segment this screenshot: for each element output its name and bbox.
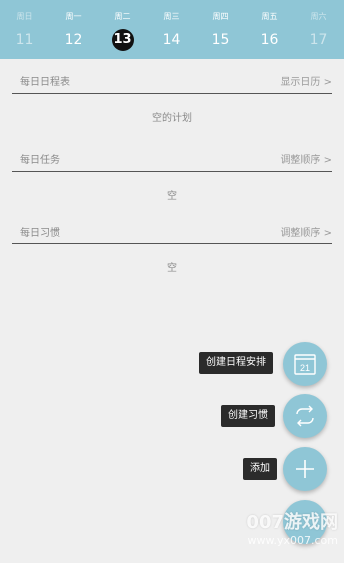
- day-number: 17: [309, 32, 328, 48]
- day-monday[interactable]: 周一 12: [49, 0, 98, 59]
- reorder-habits-link[interactable]: 调整顺序 >: [280, 224, 332, 239]
- day-name: 周日: [16, 12, 33, 21]
- week-header: 周日 11 周一 12 周二 13 周三 14 周四 15 周五 16 周六 1…: [0, 0, 344, 59]
- day-number: 16: [260, 32, 279, 48]
- schedule-header: 每日日程表 显示日历 >: [12, 70, 332, 92]
- day-sunday[interactable]: 周日 11: [0, 0, 49, 59]
- schedule-title: 每日日程表: [20, 77, 70, 88]
- day-friday[interactable]: 周五 16: [245, 0, 294, 59]
- habits-title: 每日习惯: [20, 228, 60, 239]
- day-wednesday[interactable]: 周三 14: [147, 0, 196, 59]
- watermark: 007游戏网 www.yx007.com: [246, 512, 338, 548]
- day-number: 15: [211, 32, 230, 48]
- add-button[interactable]: [283, 447, 327, 491]
- day-number: 12: [64, 32, 83, 48]
- day-name: 周二: [114, 12, 131, 21]
- divider: [12, 243, 332, 244]
- day-number-selected: 13: [111, 29, 134, 51]
- day-name: 周四: [212, 12, 229, 21]
- tasks-empty-text: 空: [167, 191, 177, 202]
- habits-empty-text: 空: [167, 263, 177, 274]
- tasks-header: 每日任务 调整顺序 >: [12, 148, 332, 170]
- create-habit-label[interactable]: 创建习惯: [221, 405, 275, 427]
- app-screen: 周日 11 周一 12 周二 13 周三 14 周四 15 周五 16 周六 1…: [0, 0, 344, 563]
- day-tuesday[interactable]: 周二 13: [98, 0, 147, 59]
- day-name: 周三: [163, 12, 180, 21]
- calendar-icon-date: 21: [300, 363, 310, 373]
- habits-header: 每日习惯 调整顺序 >: [12, 221, 332, 243]
- show-calendar-link[interactable]: 显示日历 >: [280, 73, 332, 88]
- watermark-url: www.yx007.com: [247, 534, 338, 547]
- divider: [12, 93, 332, 94]
- create-schedule-label[interactable]: 创建日程安排: [199, 352, 273, 374]
- day-saturday[interactable]: 周六 17: [294, 0, 343, 59]
- day-number: 11: [15, 32, 34, 48]
- day-name: 周一: [65, 12, 82, 21]
- calendar-icon: 21: [294, 354, 316, 375]
- divider: [12, 171, 332, 172]
- watermark-logo: 007游戏网: [246, 512, 338, 533]
- schedule-empty-text: 空的计划: [152, 113, 192, 124]
- create-habit-button[interactable]: [283, 394, 327, 438]
- plus-icon: [296, 460, 314, 478]
- create-schedule-button[interactable]: 21: [283, 342, 327, 386]
- day-thursday[interactable]: 周四 15: [196, 0, 245, 59]
- day-number: 14: [162, 32, 181, 48]
- reorder-tasks-link[interactable]: 调整顺序 >: [280, 151, 332, 166]
- tasks-title: 每日任务: [20, 155, 60, 166]
- add-label[interactable]: 添加: [243, 458, 277, 480]
- day-name: 周五: [261, 12, 278, 21]
- repeat-icon: [296, 405, 314, 427]
- day-name: 周六: [310, 12, 327, 21]
